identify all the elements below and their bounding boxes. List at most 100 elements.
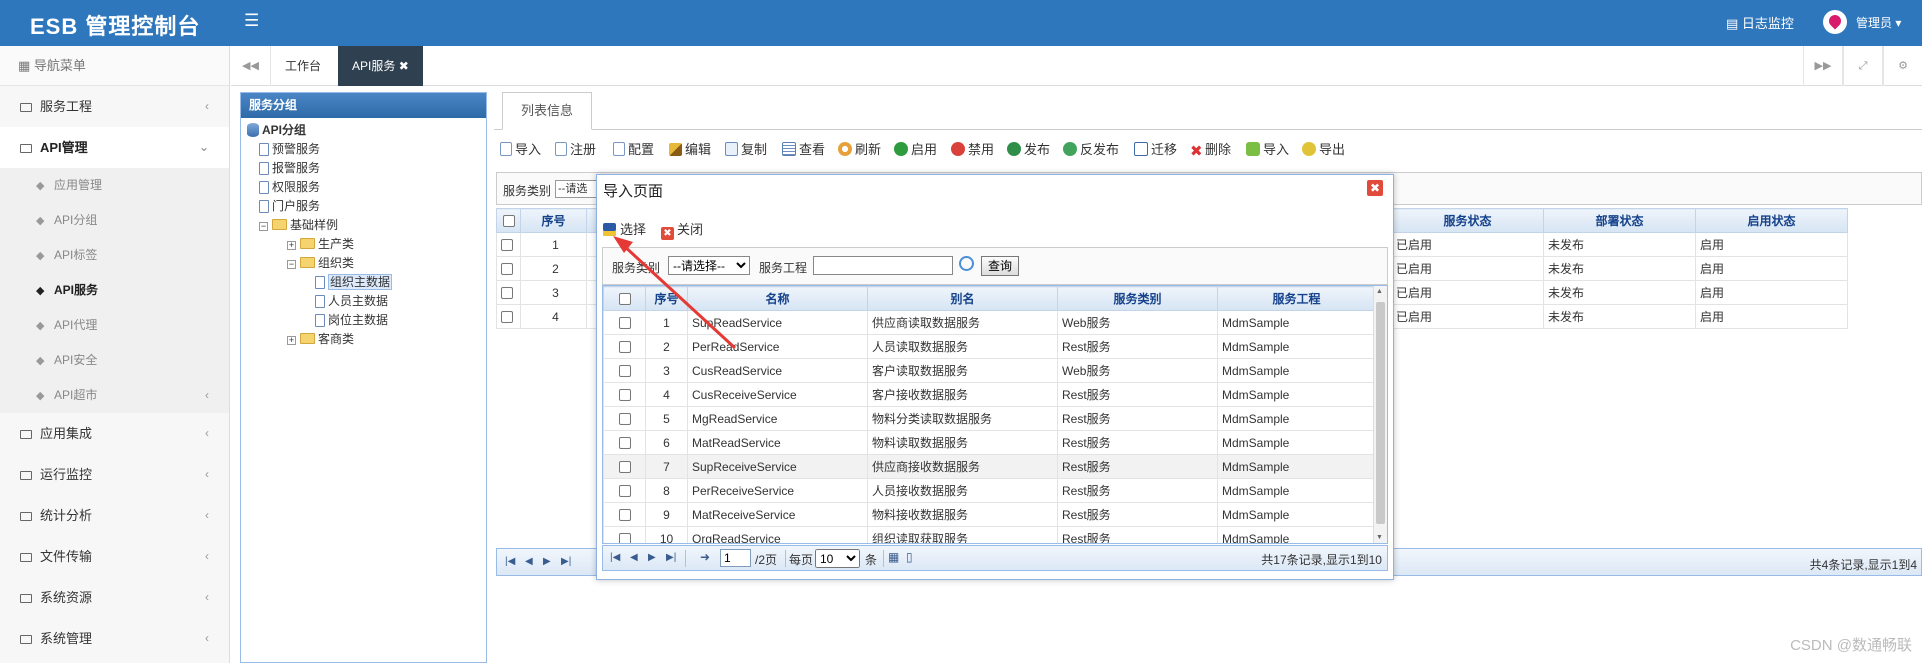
- tree-node[interactable]: − 基础样例: [259, 217, 338, 234]
- disable-button[interactable]: 禁用: [951, 138, 994, 162]
- import-button-2[interactable]: 导入: [1246, 138, 1289, 162]
- sidebar-item-runtime-monitor[interactable]: 运行监控 ‹: [0, 454, 229, 495]
- tree-node[interactable]: 报警服务: [259, 160, 320, 177]
- tree-node[interactable]: + 客商类: [287, 331, 354, 348]
- tab-workbench[interactable]: 工作台: [271, 46, 335, 86]
- row-checkbox[interactable]: [618, 340, 631, 353]
- fullscreen-icon[interactable]: ⤢: [1843, 46, 1883, 86]
- project-input[interactable]: [813, 256, 953, 275]
- log-monitor-link[interactable]: ▤ 日志监控: [1726, 13, 1794, 32]
- prev-page-icon[interactable]: ◀: [525, 556, 533, 567]
- tab-scroll-right-icon[interactable]: ▶▶: [1803, 46, 1843, 86]
- edit-button[interactable]: 编辑: [669, 138, 711, 162]
- table-row[interactable]: 3 CusReadService 客户读取数据服务 Web服务 MdmSample: [603, 358, 1376, 383]
- export-button[interactable]: 导出: [1302, 138, 1345, 162]
- table-row[interactable]: 6 MatReadService 物料读取数据服务 Rest服务 MdmSample: [603, 430, 1376, 455]
- next-page-icon[interactable]: ▶: [543, 556, 551, 567]
- tree-node[interactable]: 预警服务: [259, 141, 320, 158]
- tab-api-service[interactable]: API服务 ✖: [338, 46, 423, 86]
- tree-node[interactable]: 人员主数据: [315, 293, 388, 310]
- table-row[interactable]: 1 SupReadService 供应商读取数据服务 Web服务 MdmSample: [603, 310, 1376, 335]
- select-button[interactable]: 选择: [603, 219, 646, 238]
- table-row[interactable]: 5 MgReadService 物料分类读取数据服务 Rest服务 MdmSample: [603, 406, 1376, 431]
- row-checkbox[interactable]: [618, 412, 631, 425]
- close-icon[interactable]: ✖: [399, 59, 409, 73]
- search-icon[interactable]: [959, 256, 974, 271]
- import-button[interactable]: 导入: [500, 138, 541, 162]
- tree-node[interactable]: 权限服务: [259, 179, 320, 196]
- go-page-icon[interactable]: ➜: [700, 550, 710, 564]
- scroll-thumb[interactable]: [1376, 302, 1385, 524]
- sidebar-sub-api-proxy[interactable]: ◆ API代理: [0, 308, 229, 343]
- select-all-checkbox[interactable]: [502, 214, 515, 227]
- user-menu[interactable]: 管理员 ▾: [1856, 14, 1901, 31]
- tree-node-root[interactable]: API分组: [247, 122, 306, 139]
- refresh-button[interactable]: 刷新: [838, 138, 881, 162]
- tab-scroll-left-icon[interactable]: ◀◀: [231, 46, 271, 86]
- gear-icon[interactable]: ⚙: [1883, 46, 1922, 86]
- view-button[interactable]: 查看: [782, 138, 825, 162]
- page-number-input[interactable]: [720, 549, 751, 567]
- sidebar-sub-app-management[interactable]: ◆ 应用管理: [0, 168, 229, 203]
- scroll-up-icon[interactable]: ▲: [1376, 288, 1383, 295]
- close-button[interactable]: ✖ 关闭: [661, 219, 703, 240]
- delete-button[interactable]: ✖ 删除: [1190, 138, 1231, 162]
- row-checkbox[interactable]: [618, 436, 631, 449]
- tree-node[interactable]: + 生产类: [287, 236, 354, 253]
- expand-icon[interactable]: +: [287, 241, 296, 250]
- row-checkbox[interactable]: [618, 532, 631, 543]
- table-row[interactable]: 7 SupReceiveService 供应商接收数据服务 Rest服务 MdmSamp…: [603, 454, 1376, 479]
- select-all-checkbox[interactable]: [618, 292, 631, 305]
- table-row[interactable]: 9 MatReceiveService 物料接收数据服务 Rest服务 MdmSampl…: [603, 502, 1376, 527]
- sidebar-item-api-management[interactable]: API管理 ⌄: [0, 127, 229, 168]
- register-button[interactable]: 注册: [555, 138, 596, 162]
- category-select[interactable]: --请选择--: [668, 256, 750, 275]
- sidebar-sub-api-security[interactable]: ◆ API安全: [0, 343, 229, 378]
- sidebar-item-service-project[interactable]: 服务工程 ‹: [0, 86, 229, 127]
- last-page-icon[interactable]: ▶|: [666, 552, 676, 563]
- last-page-icon[interactable]: ▶|: [561, 556, 571, 567]
- first-page-icon[interactable]: |◀: [505, 556, 515, 567]
- sidebar-sub-api-market[interactable]: ◆ API超市 ‹: [0, 378, 229, 413]
- publish-button[interactable]: 发布: [1007, 138, 1050, 162]
- row-checkbox[interactable]: [618, 508, 631, 521]
- scroll-down-icon[interactable]: ▼: [1376, 534, 1383, 541]
- tree-node[interactable]: − 组织类: [287, 255, 354, 272]
- prev-page-icon[interactable]: ◀: [630, 552, 638, 563]
- tab-list-info[interactable]: 列表信息: [502, 92, 593, 130]
- expand-icon[interactable]: +: [287, 336, 296, 345]
- row-checkbox[interactable]: [501, 310, 513, 323]
- copy-button[interactable]: 复制: [725, 138, 767, 162]
- query-button[interactable]: 查询: [981, 256, 1020, 276]
- row-checkbox[interactable]: [618, 388, 631, 401]
- avatar[interactable]: [1823, 10, 1847, 34]
- sidebar-item-system-management[interactable]: 系统管理 ‹: [0, 618, 229, 659]
- sidebar-item-file-transfer[interactable]: 文件传输 ‹: [0, 536, 229, 577]
- sidebar-item-system-resource[interactable]: 系统资源 ‹: [0, 577, 229, 618]
- next-page-icon[interactable]: ▶: [648, 552, 656, 563]
- menu-icon[interactable]: ☰: [244, 11, 259, 31]
- sidebar-sub-api-tag[interactable]: ◆ API标签: [0, 238, 229, 273]
- table-row[interactable]: 10 OrgReadService 组织读取获取服务 Rest服务 MdmSample: [603, 526, 1376, 543]
- document-icon[interactable]: ▯: [906, 550, 913, 564]
- excel-icon[interactable]: ▦: [888, 550, 899, 564]
- row-checkbox[interactable]: [501, 238, 513, 251]
- enable-button[interactable]: 启用: [894, 138, 937, 162]
- tree-node[interactable]: 岗位主数据: [315, 312, 388, 329]
- close-icon[interactable]: ✖: [1367, 180, 1383, 196]
- table-row[interactable]: 4 CusReceiveService 客户接收数据服务 Rest服务 MdmSampl…: [603, 382, 1376, 407]
- row-checkbox[interactable]: [618, 364, 631, 377]
- sidebar-item-statistics[interactable]: 统计分析 ‹: [0, 495, 229, 536]
- first-page-icon[interactable]: |◀: [610, 552, 620, 563]
- sidebar-sub-api-service[interactable]: ◆ API服务: [0, 273, 229, 308]
- row-checkbox[interactable]: [618, 316, 631, 329]
- migrate-button[interactable]: 迁移: [1134, 138, 1177, 162]
- row-checkbox[interactable]: [501, 262, 513, 275]
- table-row[interactable]: 2 PerReadService 人员读取数据服务 Rest服务 MdmSample: [603, 334, 1376, 359]
- tree-node-selected[interactable]: 组织主数据: [315, 274, 393, 291]
- row-checkbox[interactable]: [618, 484, 631, 497]
- per-page-select[interactable]: 10: [815, 549, 860, 568]
- unpublish-button[interactable]: 反发布: [1063, 138, 1119, 162]
- collapse-icon[interactable]: −: [287, 260, 296, 269]
- sidebar-item-app-integration[interactable]: 应用集成 ‹: [0, 413, 229, 454]
